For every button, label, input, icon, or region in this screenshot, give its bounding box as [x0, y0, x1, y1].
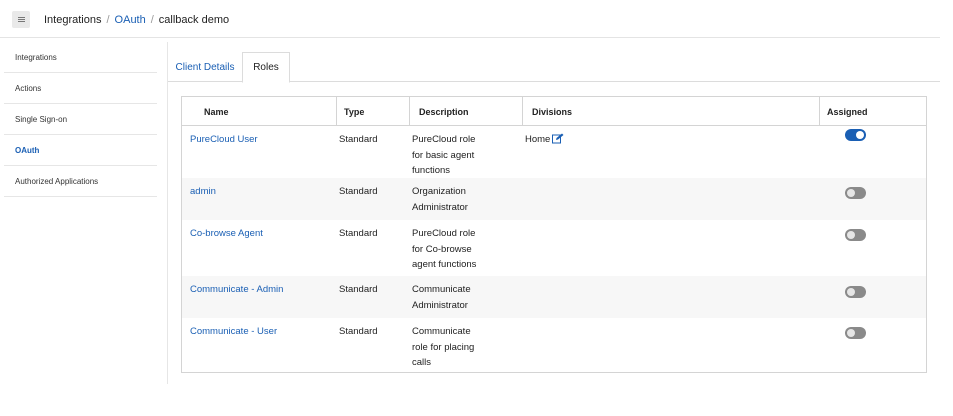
- role-description: PureCloud role for basic agent functions: [412, 132, 475, 179]
- role-divisions: Home: [525, 132, 564, 150]
- description-line: Organization: [412, 186, 466, 197]
- breadcrumb-oauth[interactable]: OAuth: [115, 14, 146, 26]
- column-header-name[interactable]: Name: [204, 97, 229, 126]
- description-line: Administrator: [412, 201, 468, 213]
- sidebar-item-single-sign-on[interactable]: Single Sign-on: [4, 104, 157, 135]
- role-type: Standard: [339, 326, 378, 337]
- assigned-toggle[interactable]: [845, 229, 866, 241]
- table-row: PureCloud User Standard PureCloud role f…: [182, 126, 926, 178]
- role-type: Standard: [339, 186, 378, 197]
- sidebar-item-label: OAuth: [15, 145, 40, 155]
- tab-roles[interactable]: Roles: [242, 52, 290, 83]
- description-line: PureCloud role: [412, 228, 476, 239]
- role-name-link[interactable]: Communicate - Admin: [190, 282, 283, 298]
- breadcrumb-separator: /: [150, 14, 154, 26]
- description-line: Communicate: [412, 326, 471, 337]
- breadcrumb-integrations[interactable]: Integrations: [44, 14, 101, 26]
- role-type: Standard: [339, 284, 378, 295]
- sidebar-item-oauth[interactable]: OAuth: [4, 135, 157, 166]
- breadcrumb: Integrations / OAuth / callback demo: [44, 14, 229, 26]
- table-row: Communicate - User Standard Communicate …: [182, 318, 926, 372]
- assigned-toggle[interactable]: [845, 187, 866, 199]
- assigned-toggle[interactable]: [845, 129, 866, 141]
- role-description: Organization Administrator: [412, 184, 468, 215]
- roles-table: Name Type Description Divisions Assigned…: [181, 96, 927, 373]
- division-name: Home: [525, 134, 551, 145]
- table-row: admin Standard Organization Administrato…: [182, 178, 926, 220]
- description-line: PureCloud role: [412, 134, 476, 145]
- sidebar-item-label: Actions: [15, 83, 42, 93]
- description-line: Administrator: [412, 299, 468, 311]
- description-line: functions: [412, 165, 451, 176]
- assigned-toggle[interactable]: [845, 327, 866, 339]
- table-row: Communicate - Admin Standard Communicate…: [182, 276, 926, 318]
- column-header-type[interactable]: Type: [344, 97, 364, 126]
- description-line: for Co-browse: [412, 243, 472, 255]
- description-line: for basic agent: [412, 149, 475, 161]
- sidebar-item-label: Integrations: [15, 52, 57, 62]
- assigned-toggle[interactable]: [845, 286, 866, 298]
- role-type: Standard: [339, 134, 378, 145]
- description-line: agent functions: [412, 259, 477, 270]
- top-bar: Integrations / OAuth / callback demo: [0, 0, 940, 38]
- tab-bar: Client Details Roles: [168, 52, 940, 83]
- role-description: Communicate role for placing calls: [412, 324, 474, 371]
- column-header-assigned[interactable]: Assigned: [827, 97, 868, 126]
- breadcrumb-separator: /: [106, 14, 110, 26]
- description-line: calls: [412, 357, 432, 368]
- column-header-divisions[interactable]: Divisions: [532, 97, 572, 126]
- role-description: PureCloud role for Co-browse agent funct…: [412, 226, 476, 273]
- sidebar-item-label: Single Sign-on: [15, 114, 68, 124]
- edit-icon[interactable]: [552, 133, 564, 150]
- role-name-link[interactable]: admin: [190, 184, 216, 200]
- column-header-description[interactable]: Description: [419, 97, 469, 126]
- breadcrumb-current: callback demo: [158, 14, 230, 26]
- tab-client-details[interactable]: Client Details: [168, 52, 242, 82]
- role-name-link[interactable]: Co-browse Agent: [190, 226, 263, 242]
- description-line: role for placing: [412, 341, 475, 353]
- role-description: Communicate Administrator: [412, 282, 471, 313]
- role-type: Standard: [339, 228, 378, 239]
- menu-icon[interactable]: [12, 11, 30, 28]
- table-header: Name Type Description Divisions Assigned: [182, 97, 926, 126]
- description-line: Communicate: [412, 284, 471, 295]
- sidebar-item-label: Authorized Applications: [15, 176, 99, 186]
- sidebar-item-actions[interactable]: Actions: [4, 73, 157, 104]
- sidebar-item-authorized-applications[interactable]: Authorized Applications: [4, 166, 157, 197]
- sidebar-item-integrations[interactable]: Integrations: [4, 42, 157, 73]
- sidebar: Integrations Actions Single Sign-on OAut…: [4, 42, 168, 384]
- table-row: Co-browse Agent Standard PureCloud role …: [182, 220, 926, 276]
- role-name-link[interactable]: Communicate - User: [190, 324, 277, 340]
- role-name-link[interactable]: PureCloud User: [190, 132, 258, 148]
